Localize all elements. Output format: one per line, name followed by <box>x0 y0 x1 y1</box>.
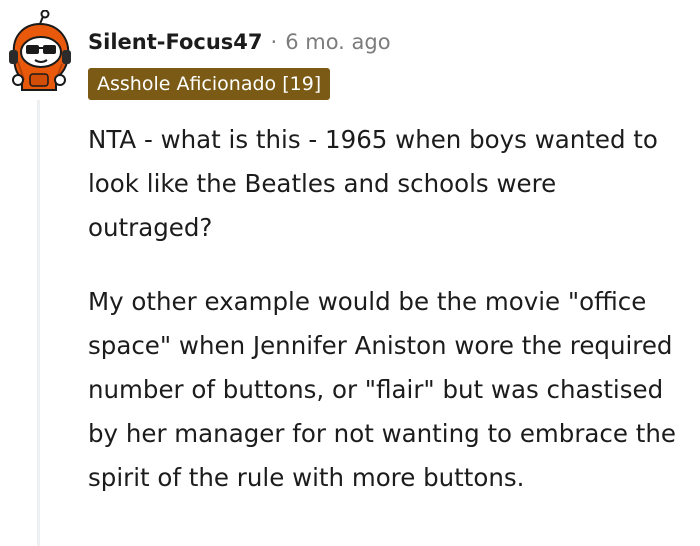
thread-line[interactable] <box>37 100 40 546</box>
comment: Silent-Focus47 · 6 mo. ago Asshole Afici… <box>0 0 700 546</box>
user-avatar[interactable] <box>4 9 74 94</box>
username-link[interactable]: Silent-Focus47 <box>88 30 263 54</box>
timestamp[interactable]: 6 mo. ago <box>285 30 390 54</box>
comment-paragraph: My other example would be the movie "off… <box>88 287 676 492</box>
snoo-avatar-icon <box>9 9 71 91</box>
comment-paragraph: NTA - what is this - 1965 when boys want… <box>88 125 658 242</box>
user-flair-badge: Asshole Aficionado [19] <box>88 68 331 100</box>
meta-separator: · <box>270 30 278 54</box>
comment-meta: Silent-Focus47 · 6 mo. ago <box>88 28 391 56</box>
comment-body: NTA - what is this - 1965 when boys want… <box>88 118 688 500</box>
